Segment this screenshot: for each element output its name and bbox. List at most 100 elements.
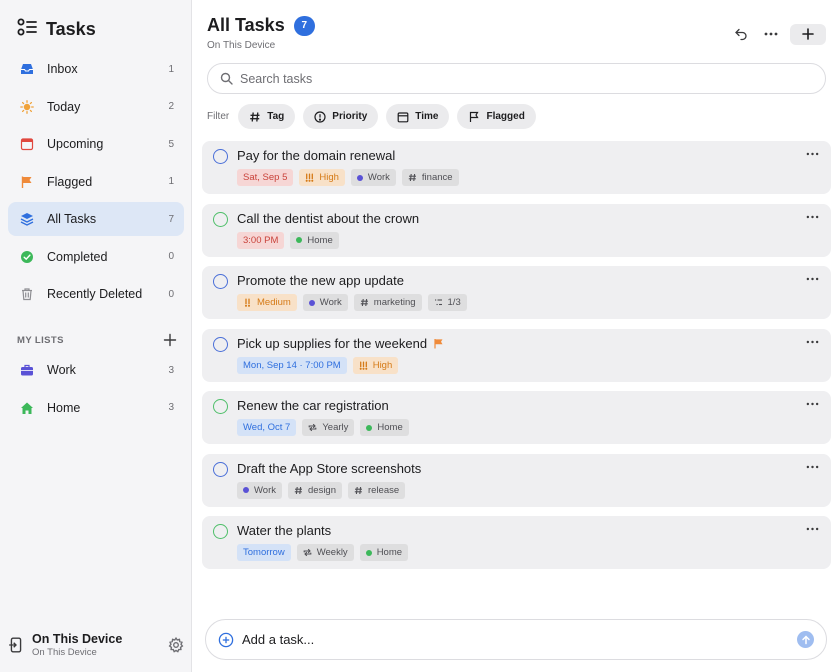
task-checkbox[interactable] xyxy=(213,399,228,414)
add-task-button[interactable] xyxy=(790,23,826,45)
task-tags: Work design release xyxy=(237,481,406,499)
task-title-row: Call the dentist about the crown xyxy=(237,211,419,226)
add-list-icon[interactable] xyxy=(163,333,177,347)
device-footer[interactable]: On This Device On This Device xyxy=(8,628,184,662)
task-more-icon[interactable] xyxy=(803,335,821,349)
task-tag: High xyxy=(352,356,399,374)
undo-button[interactable] xyxy=(730,23,752,45)
task-title: Water the plants xyxy=(237,523,332,538)
sidebar-item-flagged[interactable]: Flagged 1 xyxy=(8,165,184,199)
sidebar-item-inbox[interactable]: Inbox 1 xyxy=(8,52,184,86)
task-tag: design xyxy=(288,481,342,499)
sidebar-item-label: Flagged xyxy=(47,174,93,189)
filter-chip-priority[interactable]: Priority xyxy=(303,104,379,129)
task-checkbox[interactable] xyxy=(213,524,228,539)
task-title: Renew the car registration xyxy=(237,398,389,413)
task-tag-text: Work xyxy=(254,484,276,496)
task-tag-text: Weekly xyxy=(316,547,348,558)
task-tag: Weekly xyxy=(296,544,354,561)
task-tag: Home xyxy=(359,544,409,561)
task-tag-text: 3:00 PM xyxy=(243,234,279,246)
task-more-icon[interactable] xyxy=(803,397,821,411)
repeat-icon xyxy=(303,548,312,557)
task-tag: Work xyxy=(237,481,282,499)
sidebar-item-count: 1 xyxy=(168,176,174,187)
task-more-icon[interactable] xyxy=(803,522,821,536)
task-tag-text: Tomorrow xyxy=(243,547,285,558)
task-more-icon[interactable] xyxy=(803,147,821,161)
sidebar-item-count: 1 xyxy=(168,63,174,75)
page-title: All Tasks xyxy=(207,15,285,35)
task-row[interactable]: Water the plants Tomorrow Weekly Home xyxy=(202,516,831,569)
task-row[interactable]: Pay for the domain renewal Sat, Sep 5 High… xyxy=(202,141,831,194)
task-tag: Medium xyxy=(237,294,297,311)
plus-circle-icon[interactable] xyxy=(218,632,234,648)
task-more-icon[interactable] xyxy=(803,210,821,224)
task-row[interactable]: Draft the App Store screenshots Work desig… xyxy=(202,453,831,507)
sidebar-item-completed[interactable]: Completed 0 xyxy=(8,240,184,274)
search-input[interactable] xyxy=(240,71,825,86)
task-title: Pick up supplies for the weekend xyxy=(237,335,428,351)
task-row[interactable]: Pick up supplies for the weekend Mon, Sep… xyxy=(202,328,831,382)
page-subtitle: On This Device xyxy=(207,40,276,51)
house-icon xyxy=(19,400,35,416)
task-tag: 3:00 PM xyxy=(237,231,285,249)
sidebar-item-upcoming[interactable]: Upcoming 5 xyxy=(8,127,184,161)
calendar-icon xyxy=(19,136,35,152)
calendar-icon xyxy=(397,111,409,123)
filter-chip-time[interactable]: Time xyxy=(386,104,450,129)
main-panel: All Tasks 7 On This Device Filter Tag Pr… xyxy=(193,0,840,672)
task-tag-text: Wed, Oct 7 xyxy=(243,422,291,433)
more-options-button[interactable] xyxy=(760,23,782,45)
my-lists-title: MY LISTS xyxy=(17,334,64,346)
search-bar xyxy=(207,63,826,94)
task-tags: Tomorrow Weekly Home xyxy=(237,544,409,561)
sidebar-item-label: Recently Deleted xyxy=(47,287,143,301)
filter-label: Filter xyxy=(207,111,230,122)
sidebar-item-today[interactable]: Today 2 xyxy=(8,90,184,124)
send-button[interactable] xyxy=(797,631,814,648)
exclamation-circle-icon xyxy=(314,110,326,123)
task-tag: Work xyxy=(302,294,348,311)
hash-icon xyxy=(360,298,369,307)
task-row[interactable]: Call the dentist about the crown 3:00 PM H… xyxy=(202,203,831,257)
task-checkbox[interactable] xyxy=(213,274,228,289)
task-title-row: Draft the App Store screenshots xyxy=(237,461,421,476)
task-row[interactable]: Renew the car registration Wed, Oct 7 Year… xyxy=(202,391,831,444)
list-dot-icon xyxy=(296,237,303,243)
task-tags: Medium Work marketing 1/3 xyxy=(237,294,467,311)
priority-high-icon xyxy=(359,361,368,370)
task-checkbox[interactable] xyxy=(213,211,228,227)
device-info: On This Device On This Device xyxy=(32,632,168,658)
sidebar-item-count: 0 xyxy=(168,288,174,300)
task-tag: finance xyxy=(401,169,459,186)
task-tag-text: finance xyxy=(421,172,453,183)
task-checkbox[interactable] xyxy=(213,461,228,477)
sidebar-item-label: Completed xyxy=(47,249,108,264)
task-tag: Work xyxy=(350,169,396,186)
hash-icon xyxy=(354,486,363,495)
flag-icon xyxy=(19,174,35,190)
task-checkbox[interactable] xyxy=(213,149,228,164)
sidebar-item-recently-deleted[interactable]: Recently Deleted 0 xyxy=(8,277,184,311)
add-task-input[interactable] xyxy=(242,632,797,647)
flag-outline-icon xyxy=(468,111,480,123)
sidebar-item-work[interactable]: Work 3 xyxy=(8,353,184,387)
gear-icon[interactable] xyxy=(168,637,184,653)
sidebar-item-count: 7 xyxy=(168,213,174,225)
filter-chip-label: Flagged xyxy=(486,111,525,122)
task-more-icon[interactable] xyxy=(803,272,821,286)
task-tag: Sat, Sep 5 xyxy=(237,169,294,186)
sidebar-item-all-tasks[interactable]: All Tasks 7 xyxy=(8,202,184,236)
task-row[interactable]: Promote the new app update Medium Work mark… xyxy=(202,266,831,319)
list-dot-icon xyxy=(365,549,372,556)
task-more-icon[interactable] xyxy=(803,460,821,474)
filter-chip-tag[interactable]: Tag xyxy=(238,104,296,129)
sidebar-item-home[interactable]: Home 3 xyxy=(8,391,184,425)
sun-icon xyxy=(19,99,35,115)
search-icon xyxy=(220,72,240,85)
task-tag: marketing xyxy=(353,294,422,311)
task-title-row: Renew the car registration xyxy=(237,398,389,413)
filter-chip-flagged[interactable]: Flagged xyxy=(457,104,536,129)
task-checkbox[interactable] xyxy=(213,336,228,352)
